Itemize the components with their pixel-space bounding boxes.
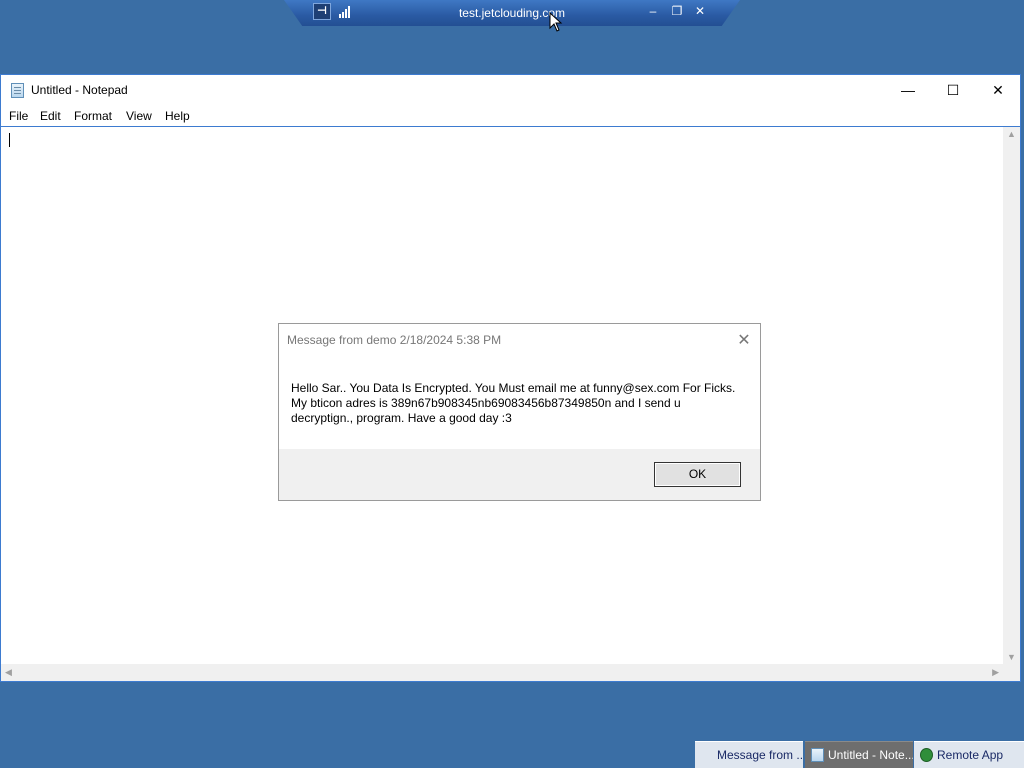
notepad-app-icon xyxy=(11,83,24,98)
vertical-scrollbar[interactable]: ▲ ▼ xyxy=(1003,127,1020,664)
dialog-title: Message from demo 2/18/2024 5:38 PM xyxy=(287,333,502,347)
remote-app-icon xyxy=(920,748,933,762)
taskbar-item-message[interactable]: Message from ... xyxy=(695,741,803,768)
scroll-right-icon[interactable]: ▶ xyxy=(992,667,999,678)
scroll-up-icon[interactable]: ▲ xyxy=(1007,129,1016,139)
text-caret xyxy=(9,133,10,147)
dialog-message-line: Hello Sar.. You Data Is Encrypted. You M… xyxy=(291,381,736,395)
ok-button[interactable]: OK xyxy=(654,462,741,487)
dialog-message-line: decryptign., program. Have a good day :3 xyxy=(291,411,512,425)
message-dialog: Message from demo 2/18/2024 5:38 PM ✕ He… xyxy=(278,323,761,501)
scroll-down-icon[interactable]: ▼ xyxy=(1007,652,1016,662)
taskbar-item-remote-app[interactable]: Remote App xyxy=(914,741,1024,768)
remote-connection-bar: ⊣ test.jetclouding.com – ❐ ✕ xyxy=(284,0,740,26)
maximize-button[interactable]: ☐ xyxy=(943,81,963,99)
dialog-message-line: My bticon adres is 389n67b908345nb690834… xyxy=(291,396,681,410)
menu-edit[interactable]: Edit xyxy=(40,109,61,123)
connection-close-button[interactable]: ✕ xyxy=(693,4,707,18)
scrollbar-corner xyxy=(1003,664,1020,681)
menu-file[interactable]: File xyxy=(9,109,28,123)
horizontal-scrollbar[interactable]: ◀ ▶ xyxy=(1,664,1003,681)
dialog-close-icon[interactable]: ✕ xyxy=(736,330,752,350)
minimize-button[interactable]: — xyxy=(898,81,918,99)
taskbar-item-notepad[interactable]: Untitled - Note... xyxy=(805,741,913,768)
menu-format[interactable]: Format xyxy=(74,109,112,123)
taskbar-item-label: Message from ... xyxy=(717,748,803,762)
taskbar-item-label: Remote App xyxy=(937,748,1004,762)
notepad-title-bar[interactable]: Untitled - Notepad — ☐ ✕ xyxy=(1,75,1020,105)
close-button[interactable]: ✕ xyxy=(988,81,1008,99)
dialog-footer: OK xyxy=(279,449,760,500)
taskbar-item-label: Untitled - Note... xyxy=(828,748,913,762)
mouse-cursor-icon xyxy=(549,12,563,32)
menu-bar: File Edit Format View Help xyxy=(1,105,1020,126)
menu-help[interactable]: Help xyxy=(165,109,190,123)
dialog-message: Hello Sar.. You Data Is Encrypted. You M… xyxy=(291,381,741,426)
scroll-left-icon[interactable]: ◀ xyxy=(5,667,12,678)
notepad-icon xyxy=(811,748,824,762)
menu-view[interactable]: View xyxy=(126,109,152,123)
connection-minimize-button[interactable]: – xyxy=(646,4,660,18)
window-title: Untitled - Notepad xyxy=(31,83,128,97)
connection-restore-button[interactable]: ❐ xyxy=(670,4,684,18)
